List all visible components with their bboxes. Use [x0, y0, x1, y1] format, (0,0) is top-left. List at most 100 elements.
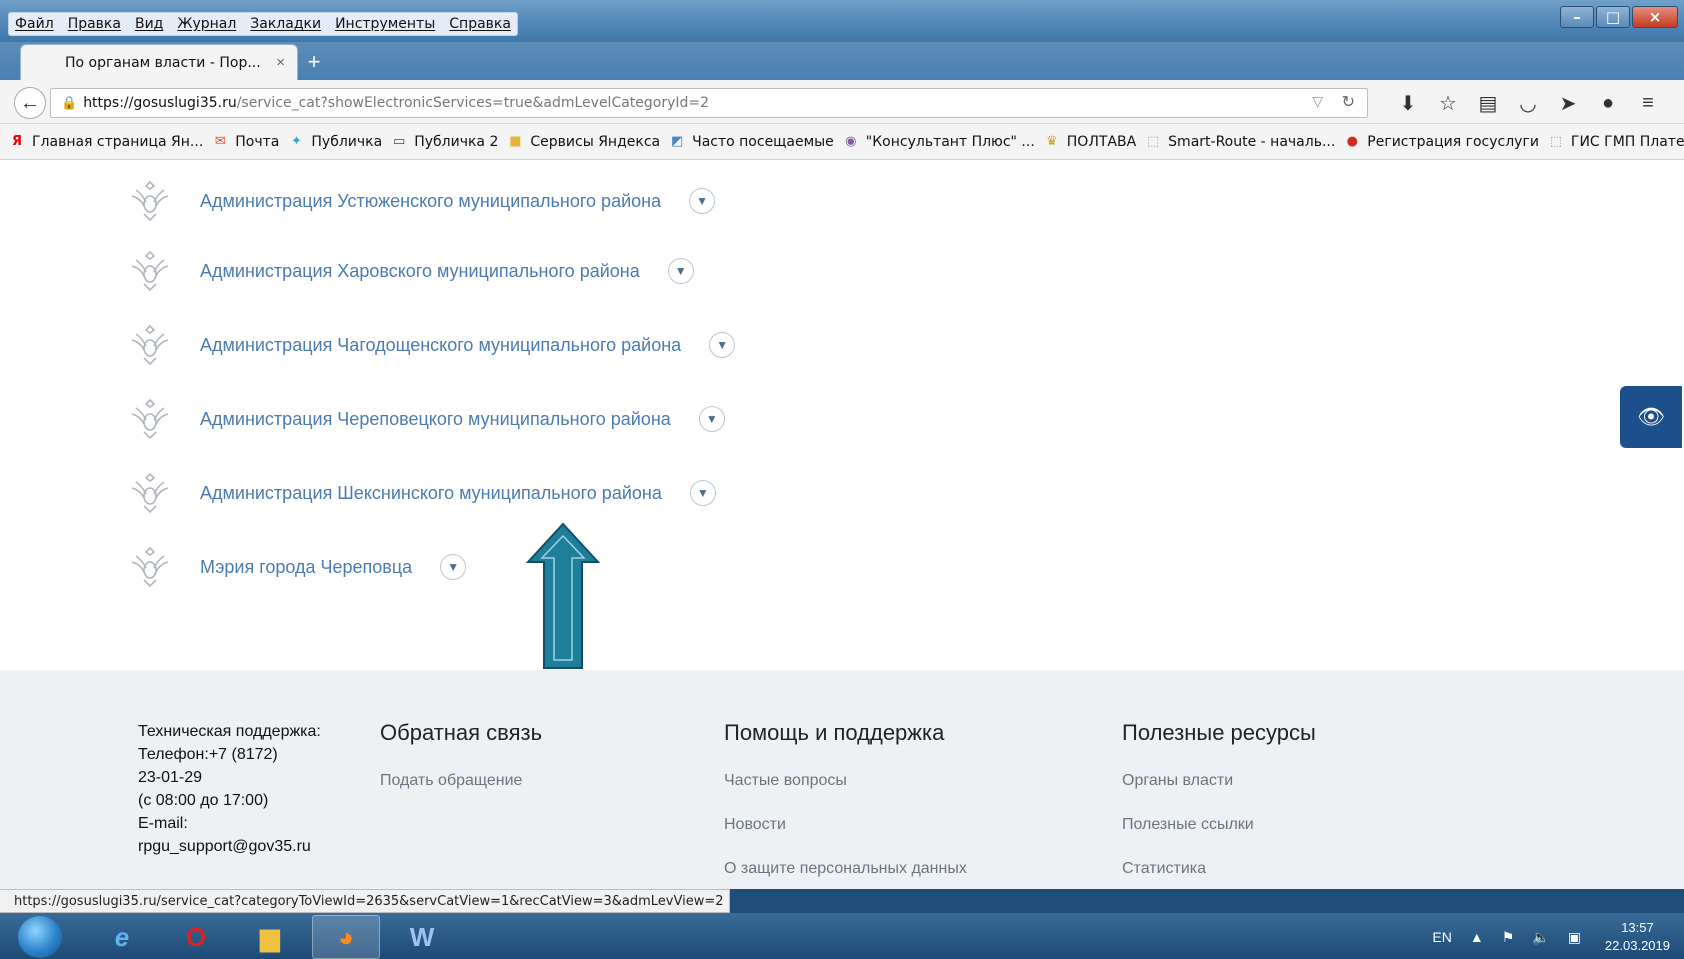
back-arrow-icon: ← [20, 91, 40, 114]
page-icon: ▭ [393, 134, 406, 149]
url-dropdown-icon[interactable]: ▽ [1312, 93, 1323, 110]
tab-active[interactable]: По органам власти - Пор... × [20, 44, 298, 80]
internet-explorer-icon[interactable]: e [88, 915, 156, 959]
footer-link[interactable]: Статистика [1122, 860, 1316, 878]
menu-view[interactable]: Вид [135, 16, 163, 32]
bookmark-item[interactable]: ■ Сервисы Яндекса [506, 133, 660, 151]
bookmark-item[interactable]: Я Главная страница Ян... [8, 133, 203, 151]
agency-link[interactable]: Администрация Устюженского муниципальног… [200, 191, 661, 212]
send-icon[interactable]: ➤ [1548, 90, 1588, 116]
agency-link[interactable]: Администрация Харовского муниципального … [200, 261, 640, 282]
bookmark-item[interactable]: ♛ ПОЛТАВА [1043, 133, 1136, 151]
support-hours: (с 08:00 до 17:00) [138, 792, 269, 809]
url-path: /service_cat?showElectronicServices=true… [236, 95, 710, 111]
agency-link[interactable]: Администрация Шекснинского муниципальног… [200, 483, 662, 504]
agency-row: Администрация Шекснинского муниципальног… [128, 468, 716, 518]
bookmark-item[interactable]: ◉ "Консультант Плюс" ... [842, 133, 1035, 151]
bookmark-item[interactable]: ● Регистрация госуслуги [1343, 133, 1539, 151]
site-footer: Техническая поддержка: Телефон:+7 (8172)… [0, 670, 1684, 889]
bookmark-item[interactable]: ⬚ГИС ГМП Платежи [1547, 133, 1684, 151]
firefox-icon[interactable]: ◕ [312, 915, 380, 959]
url-host: https://gosuslugi35.ru [83, 95, 237, 111]
system-tray: EN ▲ ⚑ 🔈 ▣ 13:57 22.03.2019 [1414, 915, 1670, 959]
footer-column-title: Полезные ресурсы [1122, 720, 1316, 745]
start-button-icon[interactable] [18, 916, 62, 958]
chevron-down-icon[interactable]: ▼ [667, 258, 694, 284]
new-tab-button[interactable]: + [300, 48, 328, 76]
folder-icon: ■ [509, 134, 522, 149]
library-icon[interactable]: ▤ [1468, 90, 1508, 116]
menu-bookmarks[interactable]: Закладки [250, 16, 321, 32]
clock-time: 13:57 [1621, 920, 1654, 935]
word-icon[interactable]: W [388, 915, 456, 959]
footer-link[interactable]: Частые вопросы [724, 772, 967, 790]
footer-link[interactable]: Органы власти [1122, 772, 1316, 790]
menu-file[interactable]: Файл [15, 16, 54, 32]
chevron-down-icon[interactable]: ▼ [689, 480, 716, 506]
support-phone-number: 23-01-29 [138, 769, 203, 786]
footer-link[interactable]: Новости [724, 816, 967, 834]
footer-column-resources: Полезные ресурсы Органы власти Полезные … [1122, 720, 1316, 904]
bookmark-item[interactable]: ◩ Часто посещаемые [668, 133, 834, 151]
tray-expand-icon[interactable]: ▲ [1470, 929, 1484, 945]
menu-history[interactable]: Журнал [177, 16, 236, 32]
agency-link[interactable]: Мэрия города Череповца [200, 557, 412, 578]
clock[interactable]: 13:57 22.03.2019 [1605, 919, 1670, 955]
network-icon[interactable]: ▣ [1568, 929, 1581, 946]
accessibility-eye-button[interactable]: 👁 [1620, 386, 1682, 448]
chevron-down-icon[interactable]: ▼ [698, 406, 725, 432]
chevron-down-icon[interactable]: ▼ [689, 188, 716, 214]
desktop-screen: Файл Правка Вид Журнал Закладки Инструме… [0, 0, 1684, 959]
footer-link[interactable]: Полезные ссылки [1122, 816, 1316, 834]
chat-icon[interactable]: ● [1588, 90, 1628, 116]
footer-column-title: Помощь и поддержка [724, 720, 945, 745]
toolbar-icons: ⬇ ☆ ▤ ◡ ➤ ● ≡ [1388, 90, 1668, 116]
hamburger-menu-icon[interactable]: ≡ [1628, 90, 1668, 116]
url-bar[interactable]: 🔒 https://gosuslugi35.ru /service_cat?sh… [50, 88, 1368, 118]
yandex-icon: Я [11, 134, 22, 149]
footer-column-title: Обратная связь [380, 720, 543, 745]
bookmark-item[interactable]: ✉ Почта [211, 133, 280, 151]
file-explorer-icon[interactable]: ▆ [236, 915, 304, 959]
poltava-icon: ♛ [1045, 134, 1058, 149]
menu-edit[interactable]: Правка [68, 16, 121, 32]
maximize-button[interactable]: □ [1596, 6, 1630, 28]
coat-of-arms-icon [131, 472, 169, 514]
russia-flag-icon: ● [1346, 134, 1358, 149]
support-email[interactable]: rpgu_support@gov35.ru [138, 835, 358, 858]
window-titlebar: Файл Правка Вид Журнал Закладки Инструме… [0, 0, 1684, 42]
coat-of-arms-icon [131, 546, 169, 588]
footer-link[interactable]: Подать обращение [380, 772, 542, 790]
chevron-down-icon[interactable]: ▼ [709, 332, 736, 358]
language-indicator[interactable]: EN [1432, 929, 1451, 945]
window-controls: – □ × [1558, 6, 1678, 28]
bookmark-item[interactable]: ✦ Публичка [287, 133, 382, 151]
support-label: Техническая поддержка: [138, 723, 321, 740]
bookmark-item[interactable]: ⬚ Smart-Route - началь... [1144, 133, 1335, 151]
minimize-button[interactable]: – [1560, 6, 1594, 28]
menu-help[interactable]: Справка [449, 16, 511, 32]
agency-link[interactable]: Администрация Чагодощенского муниципальн… [200, 335, 681, 356]
close-window-button[interactable]: × [1632, 6, 1678, 28]
back-button[interactable]: ← [14, 87, 46, 119]
navigation-bar: ← 🔒 https://gosuslugi35.ru /service_cat?… [0, 80, 1684, 124]
support-email-label: E-mail: [138, 815, 188, 832]
volume-icon[interactable]: 🔈 [1532, 929, 1549, 946]
bookmark-star-icon[interactable]: ☆ [1428, 90, 1468, 116]
reload-icon[interactable]: ↻ [1342, 92, 1355, 112]
status-bar-url: https://gosuslugi35.ru/service_cat?categ… [0, 889, 730, 913]
tab-close-icon[interactable]: × [276, 54, 285, 71]
pocket-icon[interactable]: ◡ [1508, 90, 1548, 116]
footer-link[interactable]: О защите персональных данных [724, 860, 967, 878]
bookmark-item[interactable]: ▭ Публичка 2 [390, 133, 498, 151]
footer-column-help: Помощь и поддержка Частые вопросы Новост… [724, 720, 967, 904]
frequent-icon: ◩ [670, 134, 684, 149]
opera-icon[interactable]: O [162, 915, 230, 959]
chevron-down-icon[interactable]: ▼ [440, 554, 467, 580]
download-icon[interactable]: ⬇ [1388, 90, 1428, 116]
agency-link[interactable]: Администрация Череповецкого муниципально… [200, 409, 671, 430]
action-center-icon[interactable]: ⚑ [1502, 929, 1515, 946]
page-content: Администрация Устюженского муниципальног… [0, 160, 1684, 670]
eye-icon: 👁 [1637, 404, 1665, 429]
menu-tools[interactable]: Инструменты [335, 16, 435, 32]
